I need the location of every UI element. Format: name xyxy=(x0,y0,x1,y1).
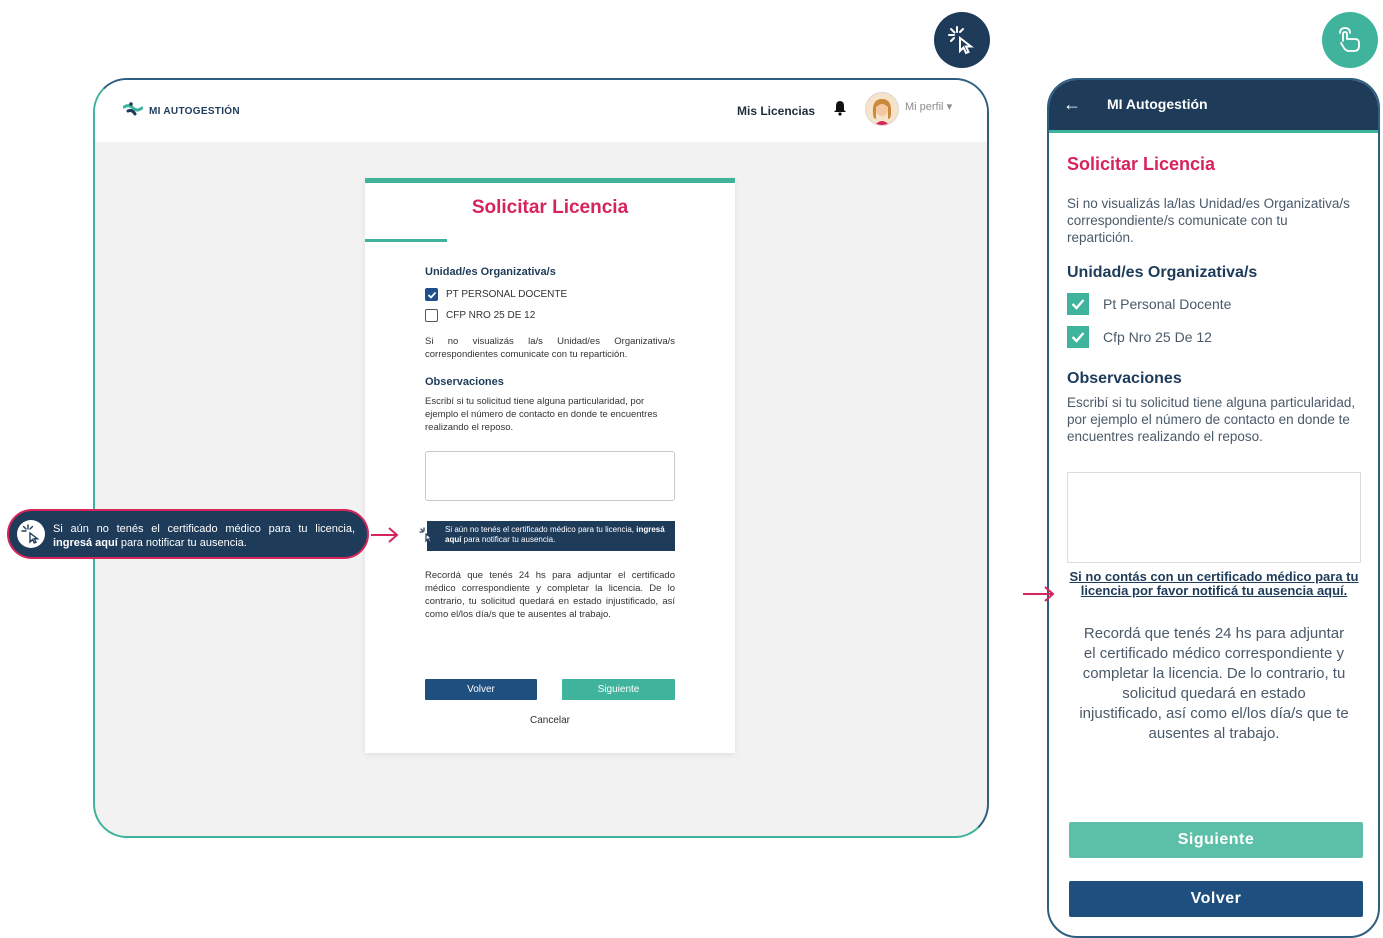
mobile-observations-help: Escribí si tu solicitud tiene alguna par… xyxy=(1067,395,1356,444)
mobile-unit-label: Cfp Nro 25 De 12 xyxy=(1103,329,1212,345)
mobile-observations-heading: Observaciones xyxy=(1067,370,1182,387)
callout-link: ingresá aquí xyxy=(53,537,118,549)
observations-help: Escribí si tu solicitud tiene alguna par… xyxy=(425,396,658,433)
avatar[interactable] xyxy=(865,92,899,126)
page-title: Solicitar Licencia xyxy=(471,197,629,218)
callout-text: Si aún no tenés el certificado médico pa… xyxy=(53,522,355,550)
brand[interactable]: MI AUTOGESTIÓN xyxy=(122,102,240,121)
unit-label: PT PERSONAL DOCENTE xyxy=(446,289,568,300)
mobile-units-heading: Unidad/es Organizativa/s xyxy=(1067,264,1258,281)
request-license-card: Solicitar Licencia Unidad/es Organizativ… xyxy=(365,178,735,753)
mobile-unit-label: Pt Personal Docente xyxy=(1103,296,1232,312)
cursor-click-icon xyxy=(17,520,45,548)
mobile-unit-option[interactable]: Pt Personal Docente xyxy=(1067,293,1231,315)
arrow-right-icon xyxy=(1023,586,1055,602)
observations-heading: Observaciones xyxy=(425,376,504,388)
unit-option[interactable]: CFP NRO 25 DE 12 xyxy=(425,309,535,322)
callout-prefix: Si aún no tenés el certificado médico pa… xyxy=(53,523,355,535)
brand-logo-icon xyxy=(122,102,144,121)
notice-prefix: Si aún no tenés el certificado médico pa… xyxy=(445,525,637,534)
arrow-right-icon xyxy=(371,527,399,543)
title-underline xyxy=(365,239,447,242)
unit-option[interactable]: PT PERSONAL DOCENTE xyxy=(425,288,567,301)
mobile-next-button[interactable]: Siguiente xyxy=(1069,822,1363,858)
units-note: Si no visualizás la/s Unidad/es Organiza… xyxy=(425,336,675,360)
mobile-units-note: Si no visualizás la/las Unidad/es Organi… xyxy=(1067,196,1350,245)
callout-suffix: para notificar tu ausencia. xyxy=(117,537,247,549)
profile-label: Mi perfil xyxy=(905,101,944,113)
observations-input[interactable] xyxy=(425,451,675,501)
certificate-notice[interactable]: Si aún no tenés el certificado médico pa… xyxy=(427,521,675,551)
mobile-reminder-text: Recordá que tenés 24 hs para adjuntar el… xyxy=(1079,625,1349,742)
mobile-back-button[interactable]: Volver xyxy=(1069,881,1363,917)
cursor-click-icon xyxy=(934,12,990,68)
checkbox-checked[interactable] xyxy=(1067,293,1089,315)
mobile-header: ← MI Autogestión xyxy=(1049,80,1378,130)
mobile-page-title: Solicitar Licencia xyxy=(1067,154,1216,174)
mobile-observations-input[interactable] xyxy=(1067,472,1361,563)
header-accent-line xyxy=(1049,130,1378,133)
desktop-header: MI AUTOGESTIÓN Mis Licencias Mi perfil ▾ xyxy=(95,80,987,142)
notice-suffix: para notificar tu ausencia. xyxy=(461,535,556,544)
nav-mis-licencias[interactable]: Mis Licencias xyxy=(737,104,815,118)
checkbox-checked[interactable] xyxy=(425,288,438,301)
callout-zoom: Si aún no tenés el certificado médico pa… xyxy=(7,509,369,559)
bell-icon[interactable] xyxy=(833,100,847,121)
checkbox-checked[interactable] xyxy=(1067,326,1089,348)
units-heading: Unidad/es Organizativa/s xyxy=(425,266,556,278)
mobile-frame: ← MI Autogestión Solicitar Licencia Si n… xyxy=(1047,78,1380,938)
reminder-text: Recordá que tenés 24 hs para adjuntar el… xyxy=(425,570,675,620)
checkbox-unchecked[interactable] xyxy=(425,309,438,322)
tap-hand-icon xyxy=(1322,12,1378,68)
desktop-frame: MI AUTOGESTIÓN Mis Licencias Mi perfil ▾… xyxy=(93,78,989,838)
profile-menu[interactable]: Mi perfil ▾ xyxy=(905,100,952,113)
cancel-link[interactable]: Cancelar xyxy=(365,715,735,726)
mobile-header-title: MI Autogestión xyxy=(1107,96,1208,112)
next-button[interactable]: Siguiente xyxy=(562,679,675,700)
unit-label: CFP NRO 25 DE 12 xyxy=(446,310,536,321)
back-button[interactable]: Volver xyxy=(425,679,537,700)
notify-absence-link[interactable]: Si no contás con un certificado médico p… xyxy=(1069,570,1359,598)
mobile-unit-option[interactable]: Cfp Nro 25 De 12 xyxy=(1067,326,1212,348)
back-arrow-icon[interactable]: ← xyxy=(1063,94,1081,115)
caret-down-icon: ▾ xyxy=(946,101,953,113)
brand-name: MI AUTOGESTIÓN xyxy=(149,106,240,117)
cursor-click-icon xyxy=(419,527,435,548)
